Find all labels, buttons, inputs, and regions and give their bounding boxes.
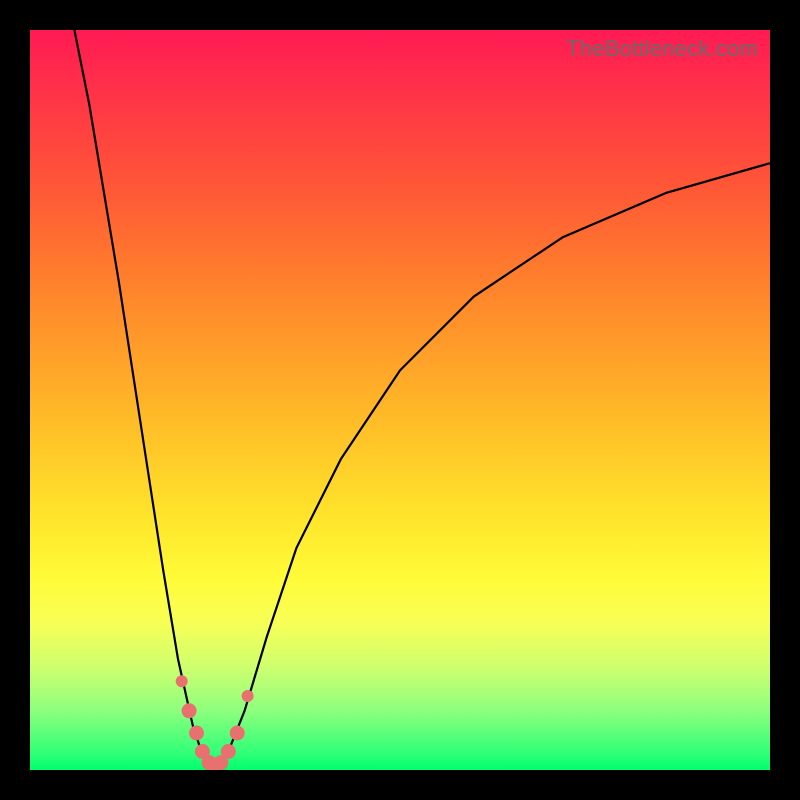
sample-point bbox=[189, 726, 204, 741]
sample-point bbox=[221, 744, 236, 759]
chart-plot-area: TheBottleneck.com bbox=[30, 30, 770, 770]
sample-point bbox=[230, 726, 245, 741]
sample-point bbox=[242, 690, 254, 702]
sample-point bbox=[182, 703, 197, 718]
sample-point bbox=[176, 675, 188, 687]
sample-dots bbox=[30, 30, 770, 770]
watermark-text: TheBottleneck.com bbox=[566, 36, 758, 62]
